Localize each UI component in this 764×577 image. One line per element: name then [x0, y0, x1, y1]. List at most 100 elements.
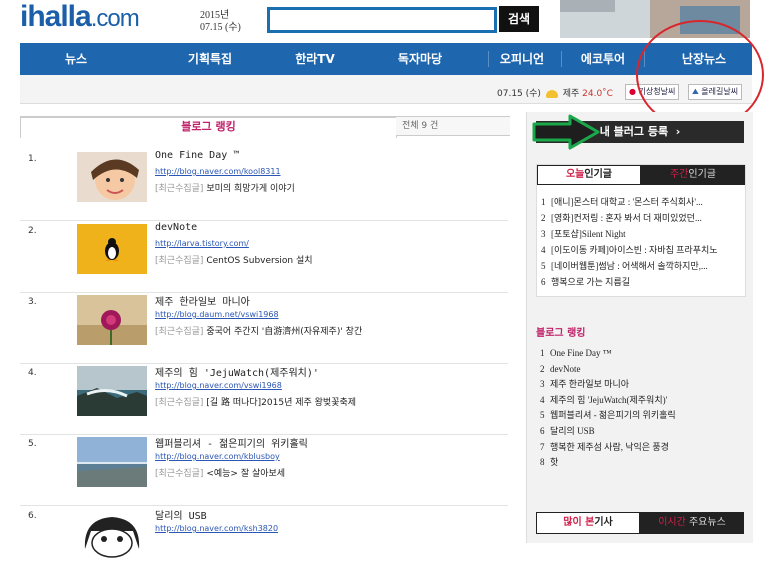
ranking-item-text[interactable]: 달리의 USB	[550, 426, 595, 436]
popular-item[interactable]: 2 [영화]컨저링 : 혼자 봐서 더 재미있었던...	[541, 210, 718, 226]
ranking-item[interactable]: 8핫	[540, 455, 676, 471]
popular-item-text[interactable]: [네이버웹툰]썸남 : 어색해서 솔깍하지만,...	[551, 261, 708, 271]
ranking-item[interactable]: 3 제주 한라일보 마니아	[540, 377, 676, 393]
recent-label: [최근수집글]	[155, 256, 204, 266]
recent-post-title[interactable]: <예능> 잘 살아보세	[206, 469, 285, 479]
tab-weekly-popular[interactable]: 주간인기글	[641, 165, 745, 185]
weekly-label: 주간	[669, 169, 689, 180]
blog-url[interactable]: http://larva.tistory.com/	[155, 239, 249, 248]
popular-item[interactable]: 5 [네이버웹툰]썸남 : 어색해서 솔깍하지만,...	[541, 258, 718, 274]
date-year: 2015년	[200, 10, 230, 21]
tab-most-viewed[interactable]: 많이 본기사	[536, 512, 640, 534]
popular-item[interactable]: 3 [포토샵]Silent Night	[541, 226, 718, 242]
list-item: 6. 달리의 USB http://blog.naver.com/ksh3820	[20, 505, 508, 577]
recent-post[interactable]: [최근수집글] 보미의 희망가게 이야기	[155, 181, 295, 194]
blog-title[interactable]: 제주 한라일보 마니아	[155, 293, 250, 308]
ranking-item[interactable]: 5 웹퍼블리셔 - 젊은피기의 위키홀릭	[540, 408, 676, 424]
tab-top-news[interactable]: 이시간 주요뉴스	[640, 512, 744, 534]
blog-thumbnail[interactable]	[77, 295, 147, 345]
ranking-item-text[interactable]: 제주의 힘 'JejuWatch(제주워치)'	[550, 395, 667, 405]
ranking-item[interactable]: 7 행복한 제주섬 사람, 낙익은 풍경	[540, 440, 676, 456]
nav-item-news[interactable]: 뉴스	[40, 43, 112, 75]
weather-info: 07.15 (수) 제주 24.0˚C	[497, 86, 613, 99]
recent-post-title[interactable]: 보미의 희망가게 이야기	[206, 184, 295, 194]
logo-suffix: .com	[90, 5, 140, 32]
ranking-item-text[interactable]: devNote	[550, 364, 581, 374]
recent-post[interactable]: [최근수집글] CentOS Subversion 설치	[155, 253, 313, 266]
ranking-item-text[interactable]: 웹퍼블리셔 - 젊은피기의 위키홀릭	[550, 410, 676, 420]
blog-title[interactable]: 제주의 힘 'JejuWatch(제주워치)'	[155, 364, 319, 379]
recent-post-title[interactable]: CentOS Subversion 설치	[206, 256, 312, 266]
popular-item[interactable]: 6 행복으로 가는 지름길	[541, 274, 718, 290]
total-count: 전체 9 건	[396, 117, 510, 136]
weather-date: 07.15 (수)	[497, 89, 541, 99]
search-input[interactable]	[267, 7, 497, 33]
header-date: 2015년 07.15 (수)	[200, 10, 241, 34]
list-item: 4. 제주의 힘 'JejuWatch(제주워치)' http://blog.n…	[20, 362, 508, 435]
blog-url[interactable]: http://blog.daum.net/vswi1968	[155, 310, 279, 319]
top-news-label: 주요뉴스	[688, 517, 726, 528]
blog-thumbnail[interactable]	[77, 509, 147, 559]
recent-post[interactable]: [최근수집글] [길 路 떠나다]2015년 제주 왕벚꽃축제	[155, 395, 356, 408]
popular-item-text[interactable]: [포토샵]Silent Night	[551, 229, 626, 239]
recent-label: [최근수집글]	[155, 327, 204, 337]
blog-title[interactable]: 달리의 USB	[155, 507, 207, 522]
sun-cloud-icon	[545, 89, 558, 98]
ranking-item[interactable]: 1 One Fine Day ™	[540, 346, 676, 362]
rank-number: 6.	[28, 511, 37, 521]
nav-item-features[interactable]: 기획특집	[160, 43, 260, 75]
ranking-item-text[interactable]: 핫	[550, 457, 558, 467]
recent-label: [최근수집글]	[155, 469, 204, 479]
recent-post-title[interactable]: 중국어 주간지 '自游濟州(자유제주)' 창간	[206, 327, 362, 337]
nav-item-readers[interactable]: 독자마당	[380, 43, 460, 75]
blog-thumbnail[interactable]	[77, 224, 147, 274]
blog-url[interactable]: http://blog.naver.com/kool8311	[155, 167, 281, 176]
popular-list: 1 [애니]몬스터 대학교 : '몬스터 주식회사'... 2 [영화]컨저링 : …	[541, 194, 718, 290]
nav-item-hallatv[interactable]: 한라TV	[270, 43, 360, 75]
popular-item-text[interactable]: [영화]컨저링 : 혼자 봐서 더 재미있었던...	[551, 213, 702, 223]
ranking-item-text[interactable]: 제주 한라일보 마니아	[550, 379, 629, 389]
popular-posts-box: 오늘인기글 주간인기글 1 [애니]몬스터 대학교 : '몬스터 주식회사'...…	[536, 164, 746, 297]
nav-divider	[561, 51, 562, 67]
list-item: 2. devNote http://larva.tistory.com/ [최근…	[20, 220, 508, 293]
rank-number: 1.	[28, 154, 37, 164]
blog-title[interactable]: devNote	[155, 222, 197, 233]
popular-item-text[interactable]: 행복으로 가는 지름길	[551, 277, 630, 287]
recent-post-title[interactable]: [길 路 떠나다]2015년 제주 왕벚꽃축제	[206, 398, 356, 408]
weather-temp: 24.0˚C	[582, 89, 613, 99]
site-logo[interactable]: ihalla.com	[20, 0, 140, 34]
rank-number: 2.	[28, 226, 37, 236]
blog-thumbnail[interactable]	[77, 152, 147, 202]
blog-url[interactable]: http://blog.naver.com/kblusboy	[155, 452, 280, 461]
recent-post[interactable]: [최근수집글] <예능> 잘 살아보세	[155, 466, 285, 479]
ranking-item[interactable]: 6 달리의 USB	[540, 424, 676, 440]
nav-item-ecotour[interactable]: 에코투어	[566, 43, 640, 75]
blog-ranking-title: 블로그 랭킹	[536, 328, 586, 339]
tab-today-popular[interactable]: 오늘인기글	[537, 165, 641, 185]
list-item: 3. 제주 한라일보 마니아 http://blog.daum.net/vswi…	[20, 291, 508, 364]
ranking-item[interactable]: 4 제주의 힘 'JejuWatch(제주워치)'	[540, 393, 676, 409]
popular-item[interactable]: 4 [이도이동 카페]아이스빈 : 자바칩 프라푸치노	[541, 242, 718, 258]
blog-thumbnail[interactable]	[77, 437, 147, 487]
logo-text: ihalla	[20, 0, 92, 33]
blog-url[interactable]: http://blog.naver.com/ksh3820	[155, 524, 278, 533]
blog-url[interactable]: http://blog.naver.com/vswi1968	[155, 381, 282, 390]
search-button[interactable]: 검색	[499, 6, 539, 32]
blog-title[interactable]: 웹퍼블리셔 - 젊은피기의 위키홀릭	[155, 435, 308, 450]
nav-divider	[488, 51, 489, 67]
ranking-item-text[interactable]: 행복한 제주섬 사람, 낙익은 풍경	[550, 442, 669, 452]
popular-item[interactable]: 1 [애니]몬스터 대학교 : '몬스터 주식회사'...	[541, 194, 718, 210]
nav-item-opinion[interactable]: 오피니언	[490, 43, 554, 75]
recent-post[interactable]: [최근수집글] 중국어 주간지 '自游濟州(자유제주)' 창간	[155, 324, 362, 337]
this-hour-label: 이시간	[658, 517, 686, 528]
rank-number: 3.	[28, 297, 37, 307]
blog-thumbnail[interactable]	[77, 366, 147, 416]
chevron-right-icon: ›	[675, 125, 681, 138]
ranking-item[interactable]: 2 devNote	[540, 362, 676, 378]
blog-title[interactable]: One Fine Day ™	[155, 150, 239, 161]
ranking-item-text[interactable]: One Fine Day ™	[550, 348, 612, 358]
today-label: 오늘	[565, 169, 585, 180]
popular-item-text[interactable]: [애니]몬스터 대학교 : '몬스터 주식회사'...	[551, 197, 703, 207]
tab-blog-ranking[interactable]: 블로그 랭킹	[20, 117, 397, 138]
popular-item-text[interactable]: [이도이동 카페]아이스빈 : 자바칩 프라푸치노	[551, 245, 718, 255]
